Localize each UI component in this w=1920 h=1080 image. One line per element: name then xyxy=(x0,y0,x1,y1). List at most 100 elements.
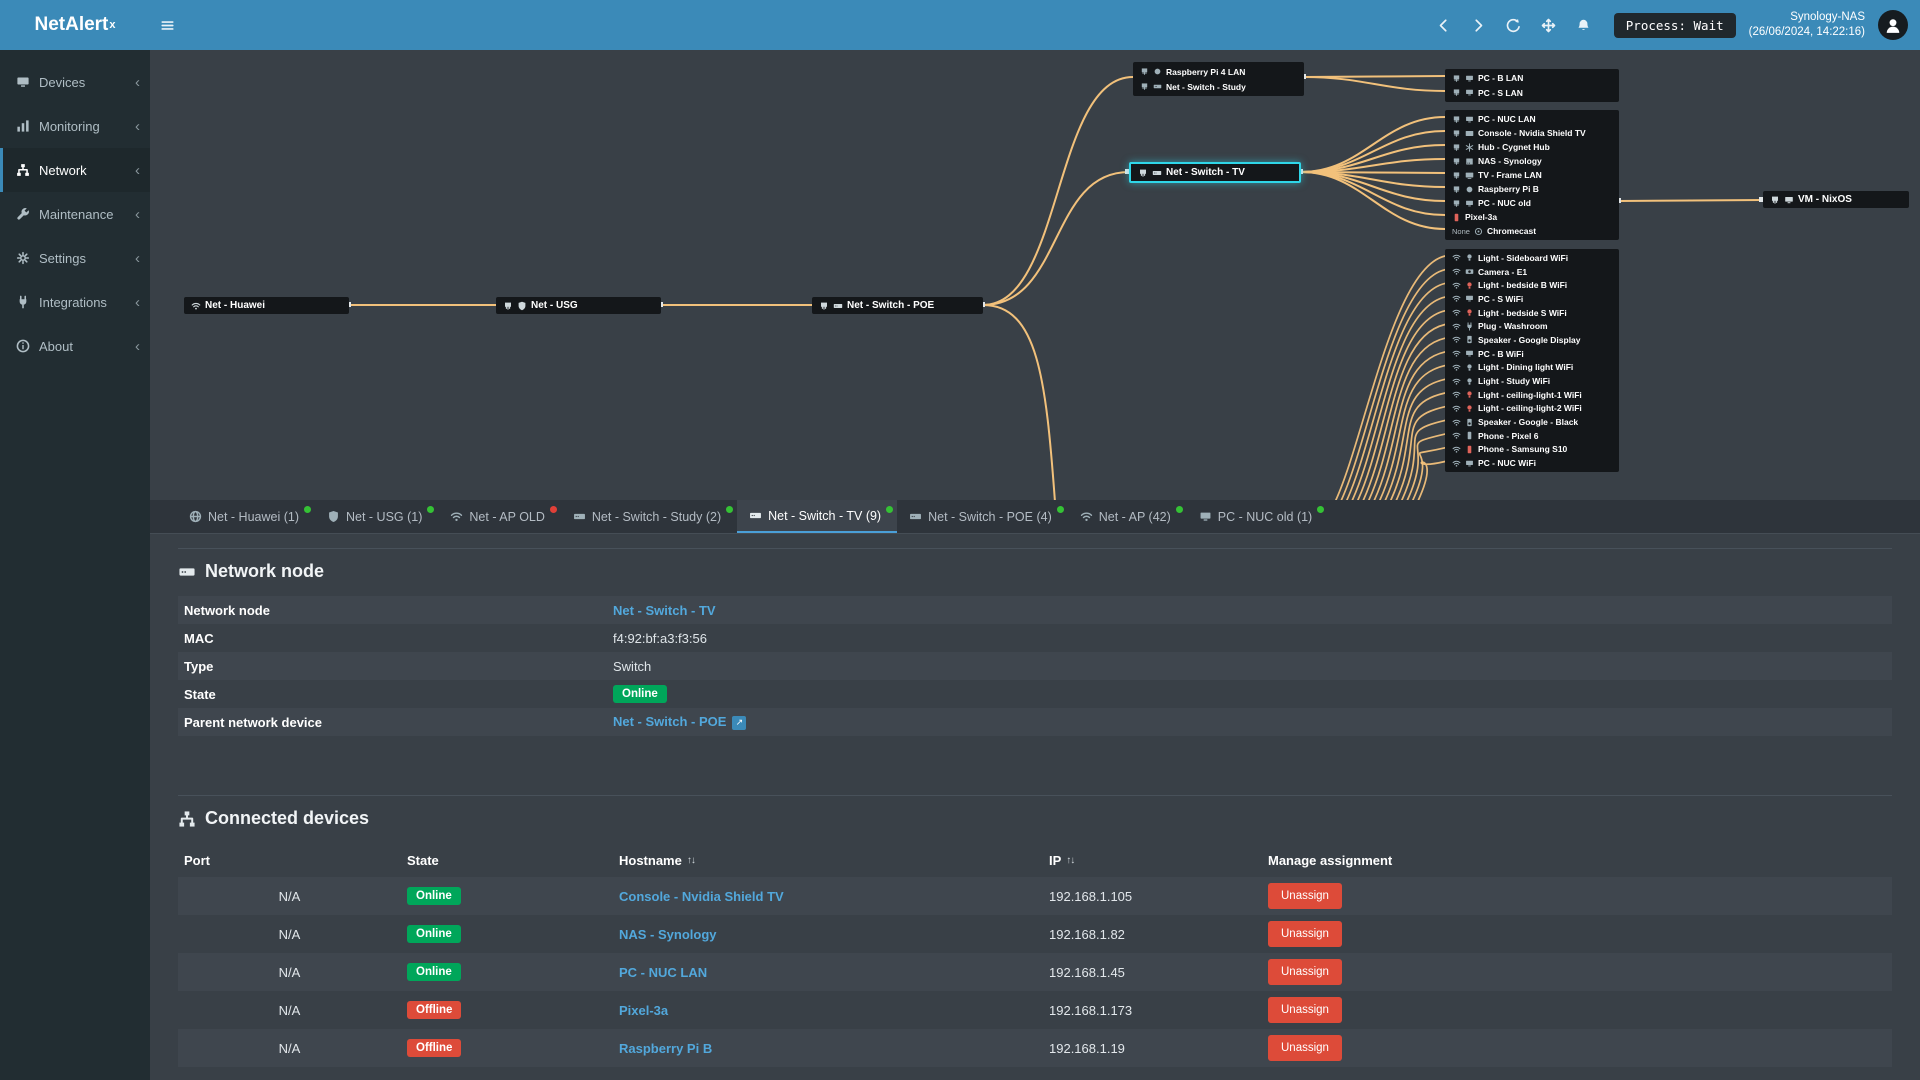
node-label: Net - Switch - TV xyxy=(1166,167,1245,178)
gear-icon xyxy=(16,251,30,265)
bulb-icon xyxy=(1465,363,1474,372)
network-map[interactable]: Net - Huawei Net - USG Net - Switch - POE N… xyxy=(150,50,1920,500)
map-device-phone-pixel-6[interactable]: Phone - Pixel 6 xyxy=(1445,429,1619,443)
device-link-pc-nuc-lan[interactable]: PC - NUC LAN xyxy=(619,965,707,980)
column-header-hostname[interactable]: Hostname ↑↓ xyxy=(613,853,1043,868)
bell-icon xyxy=(1576,18,1591,33)
unassign-button[interactable]: Unassign xyxy=(1268,1035,1342,1061)
tab-net-switch-poe-4[interactable]: Net - Switch - POE (4) xyxy=(897,500,1068,533)
sidebar-item-integrations[interactable]: Integrations ‹ xyxy=(0,280,150,324)
sidebar-item-settings[interactable]: Settings ‹ xyxy=(0,236,150,280)
link-net-switch-tv[interactable]: Net - Switch - TV xyxy=(613,603,716,618)
bulb-icon xyxy=(1465,253,1474,262)
notifications-button[interactable] xyxy=(1567,0,1601,50)
detail-value: Online xyxy=(613,685,667,703)
chevron-left-icon: ‹ xyxy=(135,249,140,267)
map-device-light-dining-light-wifi[interactable]: Light - Dining light WiFi xyxy=(1445,361,1619,375)
map-node-vm-nixos[interactable]: VM - NixOS xyxy=(1763,191,1909,208)
unassign-button[interactable]: Unassign xyxy=(1268,997,1342,1023)
device-link-console-nvidia-shield-tv[interactable]: Console - Nvidia Shield TV xyxy=(619,889,784,904)
sidebar-item-label: Network xyxy=(39,162,87,178)
state-cell: Offline xyxy=(401,1039,613,1057)
map-device-tv-frame-lan[interactable]: TV - Frame LAN xyxy=(1445,168,1619,182)
pc-icon xyxy=(1465,349,1474,358)
map-device-pc-b-wifi[interactable]: PC - B WiFi xyxy=(1445,347,1619,361)
user-avatar[interactable] xyxy=(1878,10,1908,40)
tab-net-huawei-1[interactable]: Net - Huawei (1) xyxy=(177,500,315,533)
map-device-net-switch-study[interactable]: Net - Switch - Study xyxy=(1133,79,1304,94)
state-badge: Offline xyxy=(407,1001,462,1019)
map-device-pc-nuc-old[interactable]: PC - NUC old xyxy=(1445,196,1619,210)
device-label: Raspberry Pi 4 LAN xyxy=(1166,66,1246,77)
tab-net-switch-study-2[interactable]: Net - Switch - Study (2) xyxy=(561,500,737,533)
tab-net-ap-old[interactable]: Net - AP OLD xyxy=(438,500,561,533)
map-device-chromecast[interactable]: None Chromecast xyxy=(1445,224,1619,238)
sidebar-toggle-button[interactable] xyxy=(150,0,184,50)
sidebar-item-network[interactable]: Network ‹ xyxy=(0,148,150,192)
refresh-icon xyxy=(1506,18,1521,33)
map-device-light-ceiling-light-2-wifi[interactable]: Light - ceiling-light-2 WiFi xyxy=(1445,402,1619,416)
sidebar-item-devices[interactable]: Devices ‹ xyxy=(0,60,150,104)
map-device-pc-nuc-wifi[interactable]: PC - NUC WiFi xyxy=(1445,456,1619,470)
map-device-speaker-google-black[interactable]: Speaker - Google - Black xyxy=(1445,415,1619,429)
unassign-button[interactable]: Unassign xyxy=(1268,883,1342,909)
map-device-light-ceiling-light-1-wifi[interactable]: Light - ceiling-light-1 WiFi xyxy=(1445,388,1619,402)
map-device-console-nvidia-shield-tv[interactable]: Console - Nvidia Shield TV xyxy=(1445,126,1619,140)
map-device-raspberry-pi-4-lan[interactable]: Raspberry Pi 4 LAN xyxy=(1133,64,1304,79)
pc-icon xyxy=(1465,199,1474,208)
sidebar-item-about[interactable]: About ‹ xyxy=(0,324,150,368)
device-link-pixel-3a[interactable]: Pixel-3a xyxy=(619,1003,668,1018)
sidebar-item-maintenance[interactable]: Maintenance ‹ xyxy=(0,192,150,236)
map-device-pc-s-wifi[interactable]: PC - S WiFi xyxy=(1445,292,1619,306)
device-link-raspberry-pi-b[interactable]: Raspberry Pi B xyxy=(619,1041,712,1056)
map-node-net-switch-poe[interactable]: Net - Switch - POE xyxy=(812,297,983,314)
column-header-port: Port xyxy=(178,853,401,868)
switch-icon xyxy=(1152,168,1162,178)
wifi-icon xyxy=(1452,349,1461,358)
map-device-camera-e1[interactable]: Camera - E1 xyxy=(1445,265,1619,279)
map-device-nas-synology[interactable]: NAS - Synology xyxy=(1445,154,1619,168)
map-device-pc-s-lan[interactable]: PC - S LAN xyxy=(1445,86,1619,101)
tab-label: Net - AP (42) xyxy=(1098,509,1171,524)
map-device-pc-b-lan[interactable]: PC - B LAN xyxy=(1445,71,1619,86)
device-link-nas-synology[interactable]: NAS - Synology xyxy=(619,927,717,942)
switch-icon xyxy=(749,509,762,522)
tab-net-usg-1[interactable]: Net - USG (1) xyxy=(315,500,438,533)
nav-back-button[interactable] xyxy=(1427,0,1461,50)
nav-forward-button[interactable] xyxy=(1462,0,1496,50)
pc-icon xyxy=(1465,459,1474,468)
tab-net-switch-tv-9[interactable]: Net - Switch - TV (9) xyxy=(737,500,898,533)
devices-table-header: Port State Hostname ↑↓ IP ↑↓ Manage assignment xyxy=(178,843,1892,877)
link-net-switch-poe[interactable]: Net - Switch - POE xyxy=(613,714,726,729)
map-device-speaker-google-display[interactable]: Speaker - Google Display xyxy=(1445,333,1619,347)
map-device-plug-washroom[interactable]: Plug - Washroom xyxy=(1445,319,1619,333)
map-device-light-sideboard-wifi[interactable]: Light - Sideboard WiFi xyxy=(1445,251,1619,265)
map-device-raspberry-pi-b[interactable]: Raspberry Pi B xyxy=(1445,182,1619,196)
external-link-icon[interactable]: ↗ xyxy=(732,715,747,730)
column-header-ip[interactable]: IP ↑↓ xyxy=(1043,853,1262,868)
pan-mode-button[interactable] xyxy=(1532,0,1566,50)
tab-label: Net - Switch - POE (4) xyxy=(928,509,1052,524)
map-node-net-huawei[interactable]: Net - Huawei xyxy=(184,297,349,314)
map-node-net-switch-tv[interactable]: Net - Switch - TV xyxy=(1129,162,1301,183)
refresh-button[interactable] xyxy=(1497,0,1531,50)
map-device-phone-samsung-s10[interactable]: Phone - Samsung S10 xyxy=(1445,443,1619,457)
map-device-pixel-3a[interactable]: Pixel-3a xyxy=(1445,210,1619,224)
sort-icon[interactable]: ↑↓ xyxy=(1066,855,1075,866)
tab-net-ap-42[interactable]: Net - AP (42) xyxy=(1068,500,1187,533)
map-node-net-usg[interactable]: Net - USG xyxy=(496,297,661,314)
map-device-hub-cygnet-hub[interactable]: Hub - Cygnet Hub xyxy=(1445,140,1619,154)
eth-icon xyxy=(1452,199,1461,208)
map-device-light-bedside-b-wifi[interactable]: Light - bedside B WiFi xyxy=(1445,278,1619,292)
eth-icon xyxy=(1452,88,1461,97)
map-device-light-study-wifi[interactable]: Light - Study WiFi xyxy=(1445,374,1619,388)
unassign-button[interactable]: Unassign xyxy=(1268,959,1342,985)
app-logo[interactable]: NetAlert x xyxy=(0,0,150,50)
sidebar-item-monitoring[interactable]: Monitoring ‹ xyxy=(0,104,150,148)
wifi-icon xyxy=(1452,404,1461,413)
map-device-pc-nuc-lan[interactable]: PC - NUC LAN xyxy=(1445,112,1619,126)
map-device-light-bedside-s-wifi[interactable]: Light - bedside S WiFi xyxy=(1445,306,1619,320)
tab-pc-nuc-old-1[interactable]: PC - NUC old (1) xyxy=(1187,500,1328,533)
sort-icon[interactable]: ↑↓ xyxy=(687,855,696,866)
unassign-button[interactable]: Unassign xyxy=(1268,921,1342,947)
